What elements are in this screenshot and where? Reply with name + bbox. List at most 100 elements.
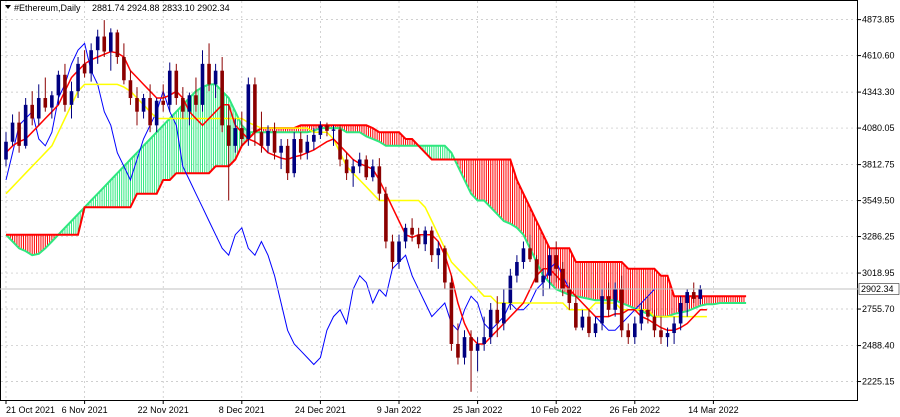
x-tick-label: 24 Dec 2021: [295, 405, 346, 415]
candle-body: [305, 141, 310, 153]
candle-body: [691, 292, 696, 299]
candle-body: [259, 132, 264, 146]
candle-body: [488, 309, 493, 338]
candle-body: [665, 333, 670, 338]
candle-body: [593, 323, 598, 334]
candle-body: [109, 32, 113, 52]
candle-body: [469, 337, 473, 351]
candle-body: [240, 128, 244, 140]
y-tick-label: 2488.40: [862, 341, 895, 351]
ethereum-ichimoku-chart: 4873.85 4610.60 4343.30 4080.05 3812.75 3549.…: [0, 0, 900, 417]
candle-body: [272, 130, 277, 153]
candle-body: [495, 309, 500, 324]
candle-body: [23, 104, 28, 146]
candle-body: [403, 227, 408, 242]
candle-body: [613, 289, 617, 310]
y-tick-label: 2225.15: [862, 377, 895, 387]
candle-body: [410, 227, 414, 235]
candle-body: [141, 98, 146, 112]
candle-body: [639, 309, 644, 324]
candle-body: [574, 302, 578, 328]
candle-body: [397, 241, 401, 262]
candle-body: [17, 122, 21, 146]
candle-body: [167, 70, 172, 105]
candle-body: [384, 193, 388, 242]
candle-body: [325, 125, 329, 131]
candle-body: [416, 234, 421, 245]
y-tick-label: 2755.70: [862, 304, 895, 314]
candle-body: [95, 36, 100, 51]
x-tick-label: 21 Oct 2021: [6, 405, 55, 415]
candle-body: [502, 302, 506, 324]
candle-body: [534, 259, 539, 283]
candle-body: [652, 316, 657, 331]
candle-body: [161, 100, 165, 105]
candle-body: [678, 302, 683, 324]
candle-body: [266, 130, 270, 146]
x-tick-label: 26 Feb 2022: [610, 405, 661, 415]
candle-body: [233, 128, 238, 146]
candle-body: [312, 134, 316, 142]
candle-body: [528, 248, 532, 260]
candle-body: [429, 230, 434, 256]
x-tick-label: 9 Jan 2022: [377, 405, 422, 415]
candle-body: [344, 159, 349, 174]
candle-body: [587, 316, 591, 334]
candle-body: [30, 104, 34, 119]
candle-body: [659, 330, 663, 338]
candle-body: [174, 70, 179, 99]
y-tick-label: 3549.50: [862, 196, 895, 206]
candle-body: [148, 98, 152, 126]
candle-body: [456, 343, 460, 358]
x-tick-label: 6 Nov 2021: [62, 405, 108, 415]
candle-body: [82, 63, 87, 74]
candle-body: [207, 63, 211, 85]
candle-body: [541, 275, 545, 283]
candle-body: [43, 98, 48, 108]
candle-body: [292, 139, 296, 174]
y-tick-label: 3286.25: [862, 232, 895, 242]
candle-body: [181, 98, 185, 112]
candle-body: [606, 296, 611, 310]
candle-body: [279, 145, 283, 153]
candle-body: [443, 248, 447, 283]
candle-body: [220, 70, 224, 126]
y-tick-label: 4610.60: [862, 51, 895, 61]
candle-body: [371, 166, 375, 178]
candle-body: [331, 129, 336, 131]
candle-body: [475, 343, 480, 351]
candle-body: [646, 309, 650, 317]
candle-body: [560, 268, 565, 290]
candle-body: [364, 159, 369, 178]
candle-body: [515, 261, 519, 276]
y-tick-label: 4343.30: [862, 87, 895, 97]
x-tick-label: 8 Dec 2021: [219, 405, 265, 415]
candle-body: [580, 316, 585, 328]
candle-body: [390, 241, 395, 262]
candle-body: [547, 255, 552, 276]
candle-body: [318, 125, 323, 135]
candle-body: [76, 63, 80, 92]
candle-body: [482, 337, 486, 344]
candle-body: [200, 63, 205, 105]
y-tick-label: 4080.05: [862, 123, 895, 133]
candle-body: [253, 84, 257, 133]
y-tick-label: 4873.85: [862, 15, 895, 25]
candle-body: [554, 255, 558, 269]
candle-body: [619, 289, 624, 331]
chart-header: #Ethereum,Daily 2881.74 2924.88 2833.10 …: [5, 3, 230, 13]
candle-body: [69, 91, 74, 105]
candle-body: [102, 36, 107, 52]
symbol-label: #Ethereum,Daily: [14, 3, 81, 13]
candle-body: [285, 145, 290, 174]
candle-body: [213, 70, 218, 85]
candle-body: [626, 330, 631, 338]
candle-body: [698, 289, 703, 299]
candle-body: [633, 323, 637, 338]
candle-body: [154, 100, 159, 126]
candle-body: [351, 166, 355, 174]
y-tick-label: 3812.75: [862, 160, 895, 170]
candle-body: [4, 141, 8, 160]
candle-body: [194, 95, 198, 105]
candle-body: [521, 248, 526, 262]
